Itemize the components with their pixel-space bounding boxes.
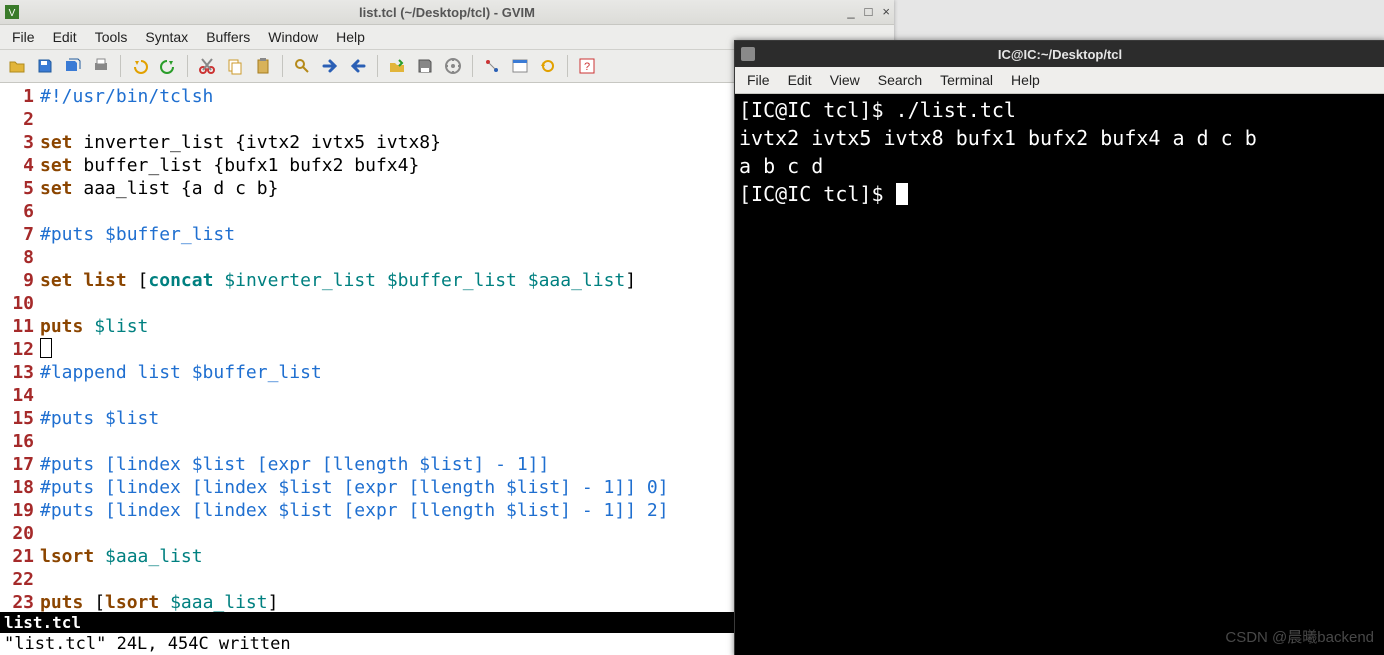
line-number: 13 — [0, 361, 40, 384]
toolbar-separator — [567, 55, 568, 77]
terminal-line: a b c d — [739, 152, 1381, 180]
line-number: 3 — [0, 131, 40, 154]
term-menu-file[interactable]: File — [739, 70, 778, 90]
gvim-title: list.tcl (~/Desktop/tcl) - GVIM — [0, 5, 894, 20]
save-file-icon[interactable] — [32, 53, 58, 79]
term-menu-edit[interactable]: Edit — [780, 70, 820, 90]
terminal-cursor — [896, 183, 908, 205]
text-cursor — [40, 338, 52, 358]
line-number: 17 — [0, 453, 40, 476]
toolbar-separator — [282, 55, 283, 77]
line-number: 9 — [0, 269, 40, 292]
shell-icon[interactable] — [507, 53, 533, 79]
line-number: 10 — [0, 292, 40, 315]
close-button[interactable]: × — [882, 4, 890, 19]
line-number: 22 — [0, 568, 40, 591]
line-number: 15 — [0, 407, 40, 430]
toolbar-separator — [187, 55, 188, 77]
copy-icon[interactable] — [222, 53, 248, 79]
find-next-icon[interactable] — [317, 53, 343, 79]
line-number: 14 — [0, 384, 40, 407]
line-number: 5 — [0, 177, 40, 200]
toolbar-separator — [377, 55, 378, 77]
line-number: 16 — [0, 430, 40, 453]
term-menu-terminal[interactable]: Terminal — [932, 70, 1001, 90]
line-number: 23 — [0, 591, 40, 612]
terminal-titlebar[interactable]: IC@IC:~/Desktop/tcl — [735, 41, 1384, 67]
term-menu-help[interactable]: Help — [1003, 70, 1048, 90]
redo-icon[interactable] — [155, 53, 181, 79]
line-number: 18 — [0, 476, 40, 499]
terminal-menubar: FileEditViewSearchTerminalHelp — [735, 67, 1384, 94]
menu-buffers[interactable]: Buffers — [198, 27, 258, 47]
terminal-line: ivtx2 ivtx5 ivtx8 bufx1 bufx2 bufx4 a d … — [739, 124, 1381, 152]
line-number: 19 — [0, 499, 40, 522]
terminal-window: IC@IC:~/Desktop/tcl FileEditViewSearchTe… — [734, 40, 1384, 655]
menu-syntax[interactable]: Syntax — [137, 27, 196, 47]
paste-icon[interactable] — [250, 53, 276, 79]
print-icon[interactable] — [88, 53, 114, 79]
menu-file[interactable]: File — [4, 27, 43, 47]
status-file: list.tcl — [4, 611, 81, 634]
line-number: 21 — [0, 545, 40, 568]
term-menu-search[interactable]: Search — [870, 70, 930, 90]
open-file-icon[interactable] — [4, 53, 30, 79]
gvim-titlebar[interactable]: V list.tcl (~/Desktop/tcl) - GVIM _ □ × — [0, 0, 894, 25]
line-number: 20 — [0, 522, 40, 545]
session-save-icon[interactable] — [412, 53, 438, 79]
svg-text:?: ? — [584, 61, 590, 73]
make-icon[interactable] — [479, 53, 505, 79]
toolbar-separator — [472, 55, 473, 77]
term-menu-view[interactable]: View — [822, 70, 868, 90]
help-icon[interactable]: ? — [574, 53, 600, 79]
undo-icon[interactable] — [127, 53, 153, 79]
session-load-icon[interactable] — [384, 53, 410, 79]
line-number: 6 — [0, 200, 40, 223]
line-number: 4 — [0, 154, 40, 177]
run-script-icon[interactable] — [440, 53, 466, 79]
save-all-icon[interactable] — [60, 53, 86, 79]
toolbar-separator — [120, 55, 121, 77]
menu-edit[interactable]: Edit — [45, 27, 85, 47]
terminal-line: [IC@IC tcl]$ ./list.tcl — [739, 96, 1381, 124]
line-number: 2 — [0, 108, 40, 131]
terminal-body[interactable]: [IC@IC tcl]$ ./list.tclivtx2 ivtx5 ivtx8… — [735, 94, 1384, 655]
menu-help[interactable]: Help — [328, 27, 373, 47]
line-number: 8 — [0, 246, 40, 269]
find-prev-icon[interactable] — [345, 53, 371, 79]
menu-tools[interactable]: Tools — [87, 27, 136, 47]
line-number: 12 — [0, 338, 40, 361]
tag-jump-icon[interactable] — [535, 53, 561, 79]
minimize-button[interactable]: _ — [847, 4, 854, 19]
line-number: 1 — [0, 85, 40, 108]
menu-window[interactable]: Window — [260, 27, 326, 47]
terminal-line: [IC@IC tcl]$ — [739, 180, 1381, 208]
line-number: 11 — [0, 315, 40, 338]
maximize-button[interactable]: □ — [865, 4, 873, 19]
terminal-title: IC@IC:~/Desktop/tcl — [735, 47, 1384, 62]
find-replace-icon[interactable] — [289, 53, 315, 79]
line-number: 7 — [0, 223, 40, 246]
cut-icon[interactable] — [194, 53, 220, 79]
